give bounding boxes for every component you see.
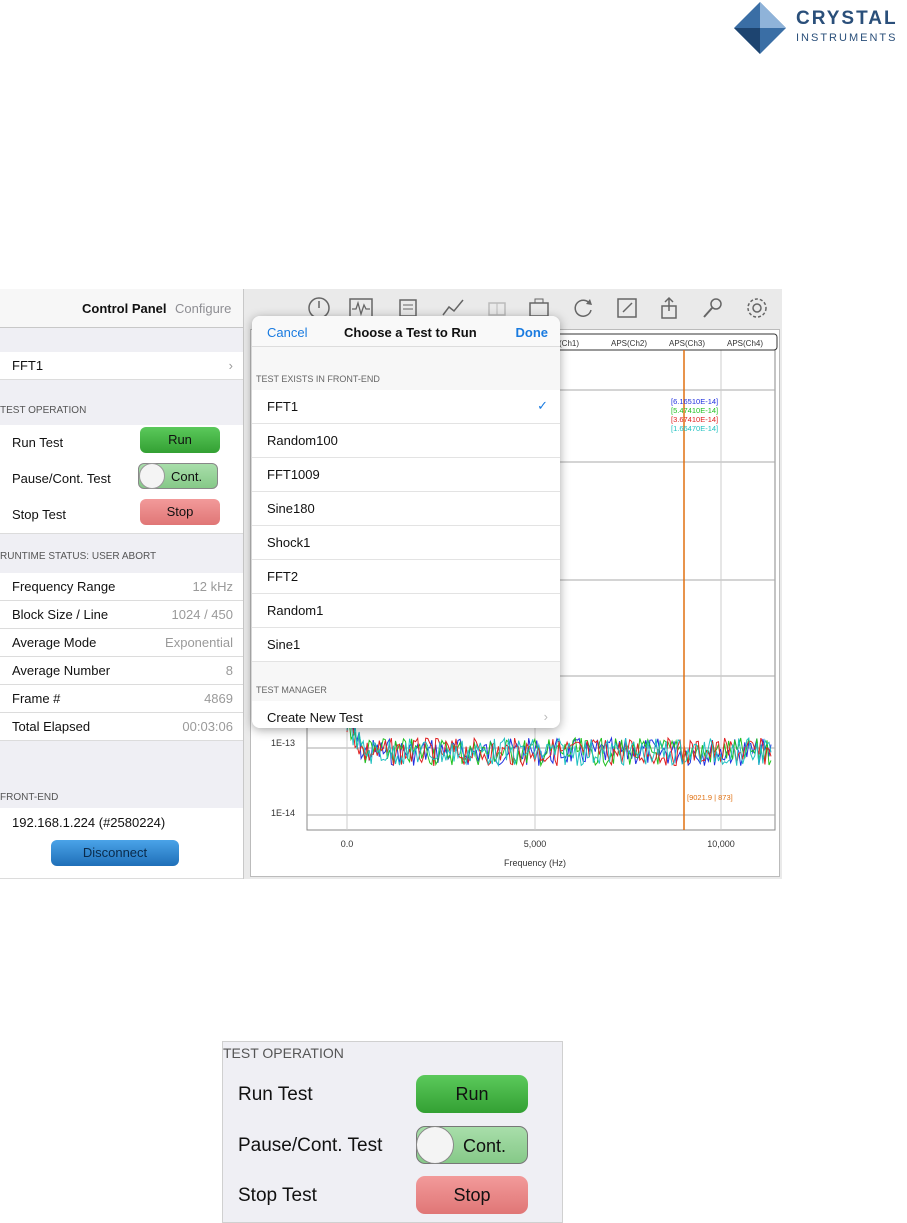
zoomed-test-operation: TEST OPERATION Run Test Run Pause/Cont. … <box>222 1041 563 1223</box>
test-option-fft2[interactable]: FFT2 <box>252 560 560 594</box>
stop-button[interactable]: Stop <box>140 499 220 525</box>
logo-text-primary: CRYSTAL <box>796 8 898 29</box>
status-row: Frequency Range 12 kHz <box>0 573 243 601</box>
status-value: 4869 <box>204 691 233 706</box>
section-header-test-manager: TEST MANAGER <box>256 685 327 695</box>
search-icon[interactable] <box>700 295 726 321</box>
frontend-ip: 192.168.1.224 (#2580224) <box>12 815 166 830</box>
legend-entry: (Ch1) <box>559 339 579 348</box>
sidebar-header: Control Panel Configure <box>0 289 243 328</box>
x-tick-label: 10,000 <box>707 839 735 849</box>
test-option-label: Random100 <box>267 433 338 448</box>
current-test-name: FFT1 <box>12 358 44 373</box>
settings-icon[interactable] <box>744 295 770 321</box>
status-label: Average Mode <box>12 635 97 650</box>
test-option-label: Random1 <box>267 603 324 618</box>
create-new-test-item[interactable]: Create New Test › <box>252 701 560 728</box>
test-option-random100[interactable]: Random100 <box>252 424 560 458</box>
tab-configure[interactable]: Configure <box>175 301 231 316</box>
status-value: 8 <box>225 663 233 678</box>
runtime-status-header: RUNTIME STATUS: USER ABORT <box>0 551 157 562</box>
test-option-label: Shock1 <box>267 535 311 550</box>
test-option-sine180[interactable]: Sine180 <box>252 492 560 526</box>
x-tick-label: 0.0 <box>341 839 354 849</box>
test-option-label: FFT1009 <box>267 467 320 482</box>
zoom-stop-label: Stop Test <box>238 1185 317 1206</box>
zoom-run-button[interactable]: Run <box>416 1075 528 1113</box>
legend-entry: APS(Ch3) <box>669 339 705 348</box>
test-option-label: FFT2 <box>267 569 299 584</box>
refresh-icon[interactable] <box>570 295 596 321</box>
zoom-run-label: Run Test <box>238 1084 313 1105</box>
test-option-fft1[interactable]: FFT1 ✓ <box>252 390 560 424</box>
status-row: Block Size / Line 1024 / 450 <box>0 601 243 629</box>
tab-control-panel[interactable]: Control Panel <box>82 301 167 316</box>
test-selector[interactable]: FFT1 › <box>0 352 243 380</box>
y-tick-label: 1E-13 <box>271 738 295 748</box>
chevron-right-icon: › <box>543 709 548 724</box>
zoom-pause-label: Pause/Cont. Test <box>238 1135 383 1156</box>
status-label: Block Size / Line <box>12 607 109 622</box>
status-row: Frame # 4869 <box>0 685 243 713</box>
test-option-sine1[interactable]: Sine1 <box>252 628 560 662</box>
cancel-button[interactable]: Cancel <box>267 325 307 340</box>
run-button[interactable]: Run <box>140 427 220 453</box>
legend-entry: APS(Ch2) <box>611 339 647 348</box>
create-new-test-label: Create New Test <box>267 710 363 725</box>
status-value: Exponential <box>165 635 233 650</box>
test-option-random1[interactable]: Random1 <box>252 594 560 628</box>
share-icon[interactable] <box>656 295 682 321</box>
x-tick-label: 5,000 <box>524 839 547 849</box>
test-option-label: FFT1 <box>267 399 299 414</box>
done-button[interactable]: Done <box>516 325 549 340</box>
cursor-value: [6.16510E-14] <box>671 397 718 406</box>
status-label: Frame # <box>12 691 61 706</box>
zoom-pause-toggle[interactable]: Cont. <box>416 1126 528 1164</box>
chevron-right-icon: › <box>228 358 233 373</box>
pause-test-label: Pause/Cont. Test <box>12 471 111 486</box>
control-sidebar: Control Panel Configure FFT1 › TEST OPER… <box>0 289 244 879</box>
pause-continue-toggle[interactable]: Cont. <box>138 463 218 489</box>
toggle-label: Cont. <box>171 469 203 484</box>
cursor-value: [1.66470E-14] <box>671 424 718 433</box>
cursor-value: [3.67410E-14] <box>671 415 718 424</box>
choose-test-popover: Cancel Choose a Test to Run Done TEST EX… <box>252 316 560 728</box>
status-row: Average Number 8 <box>0 657 243 685</box>
note-icon[interactable] <box>614 295 640 321</box>
cursor-x-value: [9021.9 | 873] <box>687 793 733 802</box>
stop-test-label: Stop Test <box>12 507 66 522</box>
test-option-fft1009[interactable]: FFT1009 <box>252 458 560 492</box>
frontend-header: FRONT-END <box>0 792 59 803</box>
test-option-label: Sine1 <box>267 637 301 652</box>
status-label: Average Number <box>12 663 111 678</box>
logo-diamond-icon <box>734 2 786 54</box>
zoom-toggle-label: Cont. <box>463 1136 507 1156</box>
y-tick-label: 1E-14 <box>271 808 295 818</box>
test-option-label: Sine180 <box>267 501 315 516</box>
run-test-label: Run Test <box>12 435 64 450</box>
logo-text-secondary: INSTRUMENTS <box>796 32 898 44</box>
status-label: Frequency Range <box>12 579 116 594</box>
test-option-shock1[interactable]: Shock1 <box>252 526 560 560</box>
toggle-knob <box>416 1126 454 1164</box>
status-row: Total Elapsed 00:03:06 <box>0 713 243 741</box>
section-header-front-end: TEST EXISTS IN FRONT-END <box>256 374 380 384</box>
popover-title: Choose a Test to Run <box>344 325 477 340</box>
status-value: 1024 / 450 <box>171 607 233 622</box>
company-logo: CRYSTAL INSTRUMENTS <box>730 0 905 56</box>
toggle-knob <box>139 463 165 489</box>
zoom-stop-button[interactable]: Stop <box>416 1176 528 1214</box>
status-label: Total Elapsed <box>12 719 91 734</box>
checkmark-icon: ✓ <box>537 398 548 413</box>
popover-header: Cancel Choose a Test to Run Done <box>252 316 560 347</box>
disconnect-button[interactable]: Disconnect <box>51 840 179 866</box>
zoom-section-header: TEST OPERATION <box>223 1045 344 1061</box>
status-row: Average Mode Exponential <box>0 629 243 657</box>
status-value: 12 kHz <box>192 579 233 594</box>
status-value: 00:03:06 <box>182 719 233 734</box>
test-operation-header: TEST OPERATION <box>0 405 87 416</box>
cursor-value: [5.47410E-14] <box>671 406 718 415</box>
legend-entry: APS(Ch4) <box>727 339 763 348</box>
x-axis-label: Frequency (Hz) <box>504 858 566 868</box>
